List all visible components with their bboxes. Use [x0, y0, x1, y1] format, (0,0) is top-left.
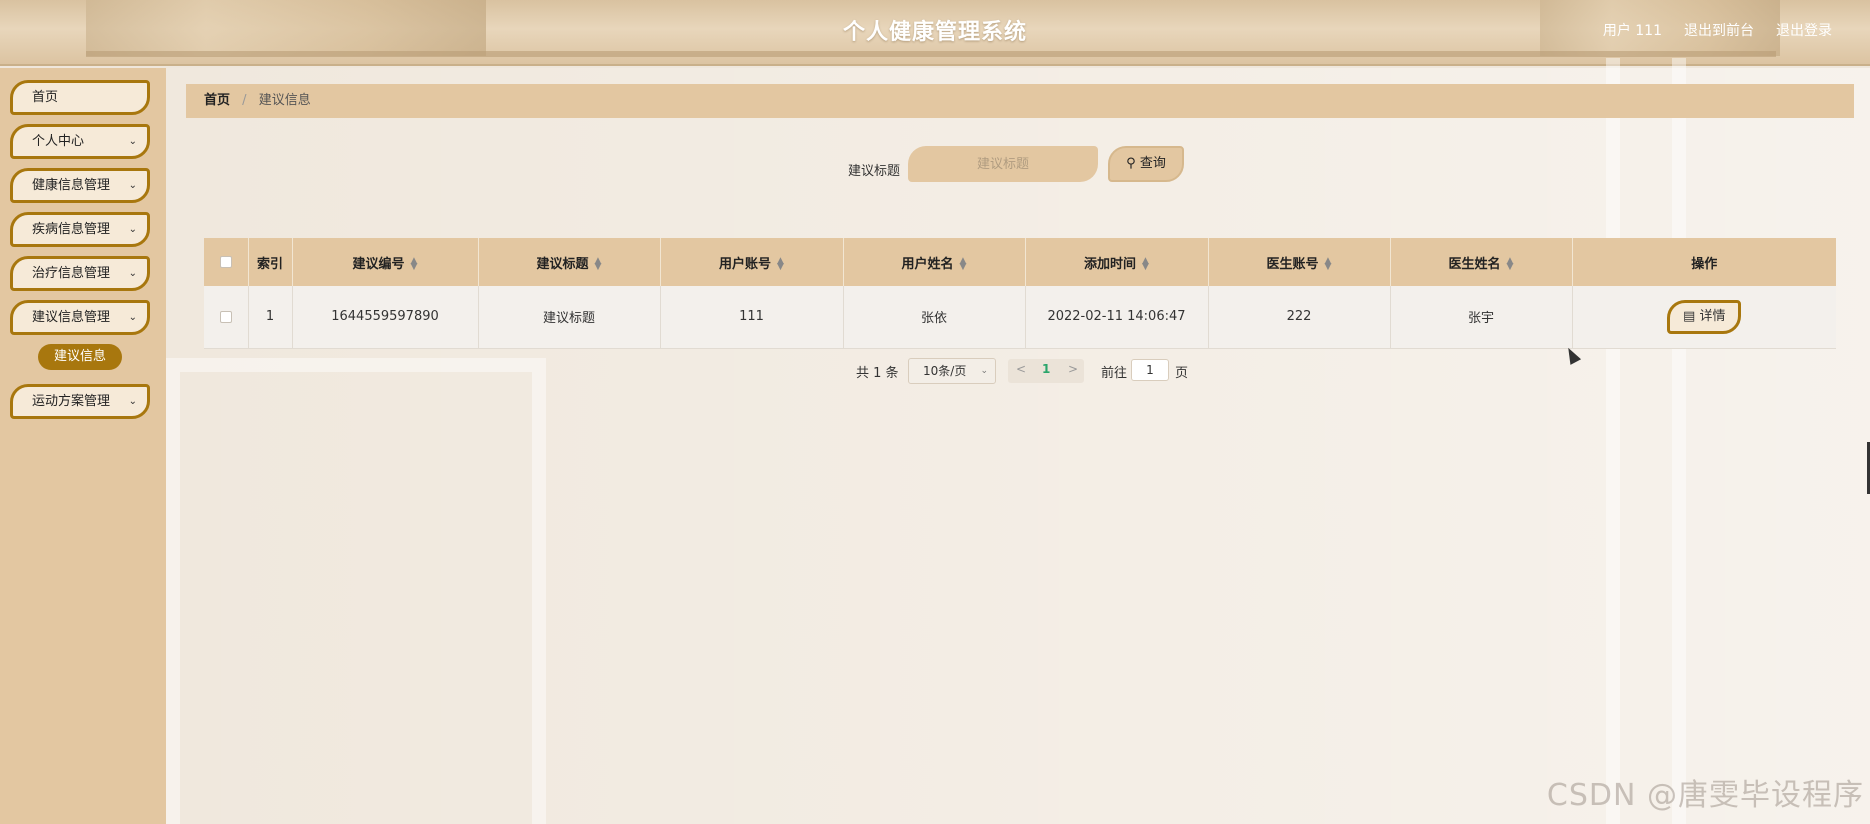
detail-button[interactable]: ▤ 详情 [1667, 299, 1742, 334]
header-plank [86, 51, 1776, 57]
pagination: 共 1 条 10条/页 ⌄ < 1 > 前往 1 页 [166, 358, 1870, 384]
logout-link[interactable]: 退出登录 [1776, 20, 1832, 40]
system-title: 个人健康管理系统 [842, 20, 1027, 45]
advice-table: 索引 建议编号 ▲ ▼ 建议标题 ▲ ▼ 用户账号 ▲ ▼ 用户姓名 ▲ ▼ 添加时间 ▲ ▼ 医生… [204, 238, 1836, 349]
column-header-label: 建议编号 [352, 256, 405, 272]
row-checkbox[interactable] [219, 310, 232, 323]
next-page-icon[interactable]: > [1068, 362, 1078, 376]
cell-added-time: 2022-02-11 14:06:47 [1025, 286, 1209, 349]
cell-actions: ▤ 详情 [1572, 286, 1836, 349]
detail-button-label: 详情 [1699, 308, 1726, 324]
select-all-header[interactable] [204, 238, 249, 286]
search-icon: ⚲ [1126, 156, 1136, 171]
goto-label: 前往 [1101, 366, 1128, 381]
cell-code: 1644559597890 [292, 286, 479, 349]
breadcrumb-home[interactable]: 首页 [204, 93, 230, 108]
row-select-cell[interactable] [204, 286, 249, 349]
exit-to-front-link[interactable]: 退出到前台 [1684, 20, 1754, 40]
watermark: CSDN @唐雯毕设程序 [1546, 778, 1864, 813]
breadcrumb-current: 建议信息 [258, 93, 311, 108]
page-size-select[interactable]: 10条/页 ⌄ [908, 358, 996, 384]
document-icon: ▤ [1683, 308, 1696, 324]
sidebar-item-label: 健康信息管理 [32, 178, 111, 193]
sidebar-item-label: 治疗信息管理 [32, 266, 111, 281]
sidebar-item-exercise-plan[interactable]: 运动方案管理 ⌄ [10, 384, 150, 419]
column-header[interactable]: 医生账号 ▲ ▼ [1208, 238, 1391, 286]
column-header[interactable]: 医生姓名 ▲ ▼ [1390, 238, 1573, 286]
search-button-label: 查询 [1139, 156, 1166, 171]
sidebar-item-label: 个人中心 [32, 134, 85, 149]
top-header: 个人健康管理系统 用户 111 退出到前台 退出登录 [0, 0, 1870, 66]
search-button[interactable]: ⚲ 查询 [1108, 146, 1184, 182]
column-header[interactable]: 建议标题 ▲ ▼ [478, 238, 661, 286]
goto-suffix: 页 [1175, 366, 1189, 381]
chevron-down-icon: ⌄ [128, 268, 137, 279]
sidebar-item-advice-info[interactable]: 建议信息管理 ⌄ [10, 300, 150, 335]
header-links: 用户 111 退出到前台 退出登录 [1603, 20, 1832, 40]
column-header: 操作 [1572, 238, 1836, 286]
sidebar-item-personal-center[interactable]: 个人中心 ⌄ [10, 124, 150, 159]
table-header-row: 索引 建议编号 ▲ ▼ 建议标题 ▲ ▼ 用户账号 ▲ ▼ 用户姓名 ▲ ▼ 添加时间 ▲ ▼ 医生… [204, 238, 1836, 286]
chevron-down-icon: ⌄ [128, 396, 137, 407]
sidebar-subitem-advice[interactable]: 建议信息 [38, 344, 122, 370]
prev-page-icon[interactable]: < [1016, 362, 1026, 376]
sidebar: 首页 个人中心 ⌄ 健康信息管理 ⌄ 疾病信息管理 ⌄ 治疗信息管理 ⌄ 建议信… [0, 68, 166, 824]
main-content: 首页 / 建议信息 建议标题 ⚲ 查询 索引 建议编号 ▲▼ 建议标题 ▲▼ 用户账… [166, 58, 1870, 824]
column-header-label: 用户姓名 [901, 256, 954, 272]
select-all-checkbox[interactable] [219, 256, 232, 268]
column-header-label: 建议标题 [536, 256, 589, 272]
goto-page-input[interactable]: 1 [1131, 359, 1169, 381]
breadcrumb-separator: / [242, 93, 247, 108]
search-input[interactable] [908, 146, 1098, 182]
page-size-value: 10条/页 [923, 364, 967, 378]
column-header[interactable]: 用户账号 ▲ ▼ [660, 238, 844, 286]
cell-title: 建议标题 [478, 286, 661, 349]
page-number-current[interactable]: 1 [1042, 362, 1050, 376]
column-header-label: 用户账号 [719, 256, 772, 272]
column-header[interactable]: 用户姓名 ▲ ▼ [843, 238, 1026, 286]
chevron-down-icon: ⌄ [128, 224, 137, 235]
cell-user-name: 张依 [843, 286, 1026, 349]
sort-icon[interactable]: ▲ ▼ [411, 257, 418, 272]
column-header-label: 添加时间 [1084, 256, 1137, 272]
column-header-label: 医生账号 [1266, 256, 1319, 272]
cell-user-account: 111 [660, 286, 844, 349]
sidebar-item-health-info[interactable]: 健康信息管理 ⌄ [10, 168, 150, 203]
cell-doctor-account: 222 [1208, 286, 1391, 349]
sidebar-item-disease-info[interactable]: 疾病信息管理 ⌄ [10, 212, 150, 247]
column-header[interactable]: 建议编号 ▲ ▼ [292, 238, 479, 286]
breadcrumb: 首页 / 建议信息 [186, 84, 1854, 118]
user-label: 用户 111 [1602, 23, 1662, 39]
column-header[interactable]: 添加时间 ▲ ▼ [1025, 238, 1209, 286]
sidebar-item-label: 建议信息管理 [32, 310, 111, 325]
sort-icon[interactable]: ▲ ▼ [1507, 257, 1514, 272]
sidebar-item-home[interactable]: 首页 [10, 80, 150, 115]
table-row: 1 1644559597890 建议标题 111 张依 2022-02-11 1… [204, 286, 1836, 349]
sidebar-item-label: 运动方案管理 [32, 394, 111, 409]
sidebar-item-treatment-info[interactable]: 治疗信息管理 ⌄ [10, 256, 150, 291]
chevron-down-icon: ⌄ [128, 180, 137, 191]
chevron-down-icon: ⌄ [128, 312, 137, 323]
sort-icon[interactable]: ▲ ▼ [1142, 257, 1149, 272]
sort-icon[interactable]: ▲ ▼ [1325, 257, 1332, 272]
sort-icon[interactable]: ▲ ▼ [960, 257, 967, 272]
sort-icon[interactable]: ▲ ▼ [595, 257, 602, 272]
cell-index: 1 [248, 286, 293, 349]
column-header: 索引 [248, 238, 293, 286]
column-header-label: 医生姓名 [1448, 256, 1501, 272]
sort-icon[interactable]: ▲ ▼ [777, 257, 784, 272]
total-count: 共 1 条 [856, 366, 899, 381]
chevron-down-icon: ⌄ [980, 366, 988, 376]
sidebar-item-label: 疾病信息管理 [32, 222, 111, 237]
search-label: 建议标题 [848, 164, 901, 179]
wall-decoration-right [1606, 58, 1686, 824]
sidebar-item-label: 首页 [32, 90, 59, 105]
cell-doctor-name: 张宇 [1390, 286, 1573, 349]
page-nav: < 1 > [1008, 359, 1084, 383]
chevron-down-icon: ⌄ [128, 136, 137, 147]
wall-decoration [166, 358, 546, 824]
